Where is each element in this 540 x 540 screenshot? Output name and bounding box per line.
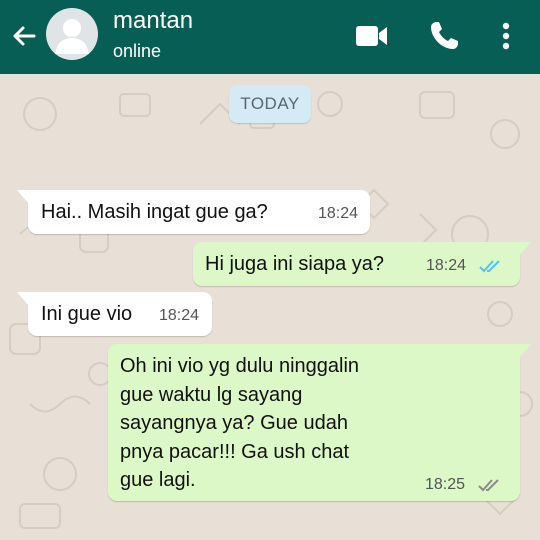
bubble-tail: [17, 190, 29, 204]
read-receipt-icon: [479, 260, 500, 273]
avatar-placeholder-icon: [55, 19, 89, 54]
bubble-tail: [519, 242, 531, 256]
chat-header: mantan online: [0, 0, 540, 74]
message-time: 18:24: [159, 307, 200, 324]
message-time: 18:25: [425, 476, 466, 493]
contact-status: online: [113, 41, 162, 61]
phone-call-icon[interactable]: [426, 18, 462, 54]
contact-name[interactable]: mantan: [113, 6, 193, 36]
bubble-tail: [519, 344, 531, 358]
message-text: Ini gue vio: [41, 303, 133, 325]
outgoing-message[interactable]: Hi juga ini siapa ya? 18:24: [193, 242, 531, 286]
avatar[interactable]: [46, 8, 98, 60]
message-text: Oh ini vio yg dulu ninggalin gue waktu l…: [120, 355, 360, 491]
message-time: 18:24: [318, 205, 359, 222]
incoming-message[interactable]: Ini gue vio 18:24: [17, 292, 212, 336]
chat-area[interactable]: TODAY Hai.. Masih ingat gue ga? 18:24 Hi…: [0, 74, 540, 540]
back-arrow-icon[interactable]: [8, 20, 40, 52]
message-text: Hai.. Masih ingat gue ga?: [41, 201, 268, 223]
delivered-receipt-icon: [478, 479, 499, 492]
outgoing-message[interactable]: Oh ini vio yg dulu ninggalin gue waktu l…: [108, 344, 531, 501]
bubble-tail: [17, 292, 29, 306]
message-time: 18:24: [426, 257, 467, 274]
incoming-message[interactable]: Hai.. Masih ingat gue ga? 18:24: [17, 190, 370, 234]
date-separator: TODAY: [229, 85, 311, 123]
message-text: Hi juga ini siapa ya?: [205, 253, 384, 275]
video-call-icon[interactable]: [354, 18, 390, 54]
more-options-icon[interactable]: [490, 18, 522, 54]
